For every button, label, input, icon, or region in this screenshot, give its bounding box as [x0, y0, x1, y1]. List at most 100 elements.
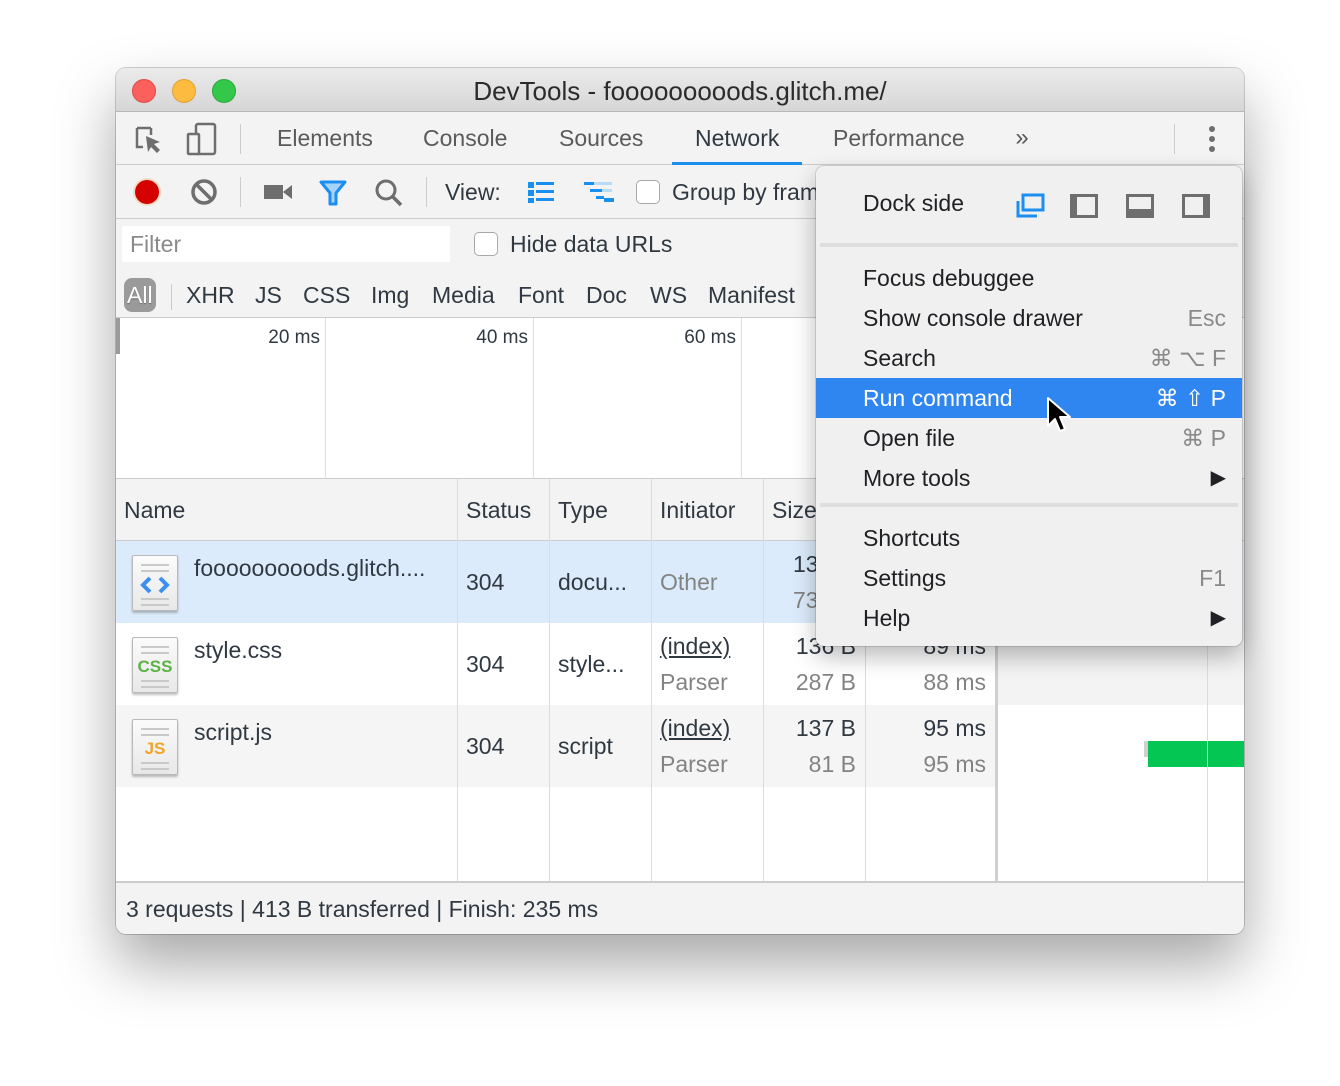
menu-item-search[interactable]: Search ⌘ ⌥ F: [816, 338, 1242, 378]
submenu-arrow-icon: ▶: [1210, 467, 1226, 489]
request-initiator-link[interactable]: (index): [660, 715, 730, 742]
tab-network[interactable]: Network: [672, 112, 803, 165]
type-filter-xhr[interactable]: XHR: [186, 278, 235, 312]
type-filter-media[interactable]: Media: [432, 278, 495, 312]
title-bar: DevTools - fooooooooods.glitch.me/: [116, 68, 1244, 112]
column-divider[interactable]: [549, 479, 550, 881]
menu-item-focus-debuggee[interactable]: Focus debuggee: [816, 258, 1242, 298]
toolbar-divider: [240, 124, 241, 154]
tab-console[interactable]: Console: [400, 112, 530, 164]
type-filter-doc[interactable]: Doc: [586, 278, 627, 312]
dock-left-icon: [1070, 194, 1098, 218]
funnel-icon: [319, 180, 347, 206]
menu-separator: [820, 243, 1238, 247]
inspect-element-button[interactable]: [134, 125, 164, 155]
column-header-status[interactable]: Status: [458, 479, 531, 541]
more-tabs-button[interactable]: »: [1008, 124, 1036, 152]
type-filter-font[interactable]: Font: [518, 278, 564, 312]
dock-right-button[interactable]: [1181, 193, 1211, 224]
menu-item-settings[interactable]: Settings F1: [816, 558, 1242, 598]
submenu-arrow-icon: ▶: [1210, 607, 1226, 629]
dock-left-button[interactable]: [1069, 193, 1099, 224]
record-button[interactable]: [132, 177, 162, 207]
status-bar: 3 requests | 413 B transferred | Finish:…: [116, 881, 1244, 934]
overview-gridline: [741, 318, 742, 478]
type-filter-js[interactable]: JS: [255, 278, 282, 312]
tab-elements[interactable]: Elements: [254, 112, 396, 164]
kebab-menu-icon: [1209, 126, 1215, 152]
type-filter-manifest[interactable]: Manifest: [708, 278, 795, 312]
search-button[interactable]: [374, 178, 404, 208]
clear-icon: [191, 179, 217, 205]
filter-input[interactable]: [122, 226, 450, 262]
request-initiator: Other: [660, 569, 718, 595]
device-toolbar-button[interactable]: [186, 122, 218, 156]
overview-tick-label: 40 ms: [476, 327, 528, 348]
search-icon: [375, 179, 403, 207]
request-status: 304: [466, 569, 505, 595]
clear-button[interactable]: [190, 178, 218, 206]
request-resource-size: 287 B: [795, 669, 856, 695]
menu-item-help[interactable]: Help ▶: [816, 598, 1242, 638]
menu-item-run-command[interactable]: Run command ⌘ ⇧ P: [816, 378, 1242, 418]
tab-sources[interactable]: Sources: [536, 112, 666, 164]
overview-left-handle[interactable]: [116, 318, 120, 354]
filter-toggle-button[interactable]: [318, 178, 348, 208]
undock-button[interactable]: [1015, 193, 1045, 224]
dock-bottom-button[interactable]: [1125, 193, 1155, 224]
dock-bottom-icon: [1126, 194, 1154, 218]
dock-right-icon: [1182, 194, 1210, 218]
waterfall-view-icon: [584, 182, 614, 202]
type-filter-ws[interactable]: WS: [650, 278, 687, 312]
type-filter-css[interactable]: CSS: [303, 278, 350, 312]
request-initiator-sub: Parser: [660, 669, 728, 695]
capture-screenshots-button[interactable]: [262, 180, 294, 204]
table-row[interactable]: JS script.js 304 script (index) Parser 1…: [116, 705, 996, 787]
column-divider[interactable]: [651, 479, 652, 881]
column-divider[interactable]: [457, 479, 458, 881]
request-time: 95 ms: [923, 715, 986, 741]
overview-tick-label: 60 ms: [684, 327, 736, 348]
large-request-rows-button[interactable]: [526, 179, 556, 205]
overview-gridline: [533, 318, 534, 478]
column-divider[interactable]: [763, 479, 764, 881]
menu-item-shortcuts[interactable]: Shortcuts: [816, 518, 1242, 558]
column-header-type[interactable]: Type: [550, 479, 608, 541]
mouse-pointer-icon: [1047, 397, 1071, 432]
menu-item-more-tools[interactable]: More tools ▶: [816, 458, 1242, 498]
customize-devtools-menu-button[interactable]: [1200, 124, 1224, 154]
shortcut-label: F1: [1199, 565, 1226, 591]
shortcut-label: ⌘ ⌥ F: [1149, 345, 1226, 371]
menu-item-open-file[interactable]: Open file ⌘ P: [816, 418, 1242, 458]
css-document-icon: CSS: [132, 637, 178, 693]
type-filter-img[interactable]: Img: [371, 278, 409, 312]
double-chevron-right-icon: »: [1015, 124, 1029, 151]
request-name: style.css: [194, 637, 283, 663]
undock-icon: [1016, 193, 1045, 218]
request-resource-size: 81 B: [808, 751, 856, 777]
type-filter-all[interactable]: All: [124, 278, 156, 312]
show-overview-button[interactable]: [582, 179, 616, 205]
view-label: View:: [445, 179, 501, 205]
shortcut-label: ⌘ ⇧ P: [1155, 385, 1226, 411]
column-header-size[interactable]: Size: [764, 479, 817, 541]
request-status: 304: [466, 733, 505, 759]
column-header-initiator[interactable]: Initiator: [652, 479, 735, 541]
video-camera-icon: [264, 185, 292, 199]
hide-data-urls-checkbox[interactable]: [474, 232, 498, 256]
column-header-name[interactable]: Name: [116, 479, 185, 541]
request-size: 13: [793, 551, 819, 577]
shortcut-label: Esc: [1187, 305, 1226, 331]
request-initiator-link[interactable]: (index): [660, 633, 730, 660]
request-type: docu...: [558, 569, 628, 595]
tab-performance[interactable]: Performance: [810, 112, 988, 164]
request-resource-size: 73: [793, 587, 819, 613]
menu-item-show-console-drawer[interactable]: Show console drawer Esc: [816, 298, 1242, 338]
overview-tick-label: 20 ms: [268, 327, 320, 348]
request-name: script.js: [194, 719, 272, 745]
request-latency: 88 ms: [923, 669, 986, 695]
js-document-icon: JS: [132, 719, 178, 775]
request-size: 137 B: [795, 715, 856, 741]
group-by-frame-checkbox[interactable]: [636, 180, 660, 204]
shortcut-label: ⌘ P: [1181, 425, 1226, 451]
